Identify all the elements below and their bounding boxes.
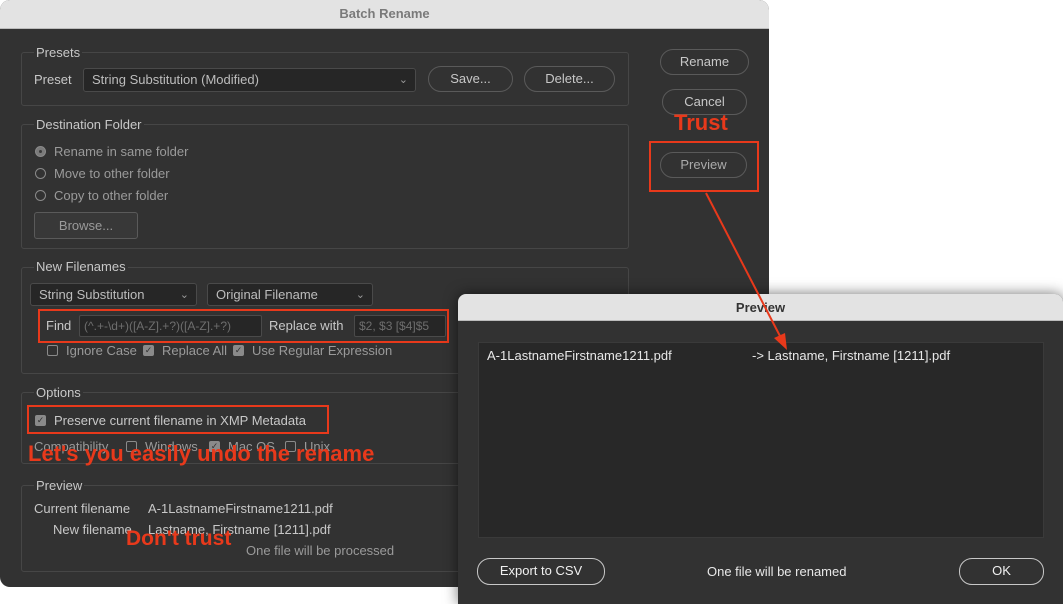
current-filename-value: A-1LastnameFirstname1211.pdf [148,501,333,516]
preserve-filename-highlight [27,405,329,434]
copy-folder-label: Copy to other folder [54,188,169,203]
undo-annotation: Let's you easily undo the rename [28,441,375,466]
source-select[interactable]: Original Filename ⌄ [207,283,373,306]
browse-button[interactable]: Browse... [34,212,138,239]
preset-select[interactable]: String Substitution (Modified) ⌄ [83,68,416,92]
ok-button[interactable]: OK [959,558,1044,585]
save-preset-button[interactable]: Save... [428,66,513,92]
chevron-down-icon: ⌄ [398,74,408,86]
renamed-count-text: One file will be renamed [707,564,847,579]
move-folder-label: Move to other folder [54,166,170,181]
preview-dialog: Preview A-1LastnameFirstname1211.pdf -> … [458,294,1063,604]
preview-row-original: A-1LastnameFirstname1211.pdf [487,348,672,363]
regex-label: Use Regular Expression [252,343,393,358]
regex-checkbox[interactable]: ✓ [233,345,244,356]
presets-group-label: Presets [34,45,83,60]
rename-same-folder-radio[interactable] [35,146,46,157]
rename-button[interactable]: Rename [660,49,749,75]
replace-all-label: Replace All [162,343,228,358]
preview-section-label: Preview [34,478,85,493]
rename-method-select[interactable]: String Substitution ⌄ [30,283,197,306]
dialog-title: Batch Rename [339,6,430,21]
rename-same-folder-label: Rename in same folder [54,144,189,159]
processed-count-text: One file will be processed [246,543,395,558]
options-group-label: Options [34,385,83,400]
chevron-down-icon: ⌄ [355,289,365,301]
export-csv-button[interactable]: Export to CSV [477,558,605,585]
new-filename-label: New filename [53,522,132,537]
preset-label: Preset [34,72,72,87]
ignore-case-checkbox[interactable] [47,345,58,356]
chevron-down-icon: ⌄ [179,289,189,301]
rename-preview-list[interactable]: A-1LastnameFirstname1211.pdf -> Lastname… [478,342,1044,538]
find-replace-highlight [38,309,449,343]
ignore-case-label: Ignore Case [66,343,137,358]
new-filenames-group-label: New Filenames [34,259,128,274]
trust-annotation: Trust [674,110,728,135]
copy-folder-radio[interactable] [35,190,46,201]
source-value: Original Filename [216,287,318,302]
preview-dialog-title: Preview [735,300,786,315]
preview-row-renamed: -> Lastname, Firstname [1211].pdf [752,348,951,363]
dont-trust-annotation: Don't trust [126,527,232,550]
rename-method-value: String Substitution [39,287,145,302]
move-folder-radio[interactable] [35,168,46,179]
preview-button-highlight [649,141,759,192]
replace-all-checkbox[interactable]: ✓ [143,345,154,356]
destination-group-label: Destination Folder [34,117,144,132]
delete-preset-button[interactable]: Delete... [524,66,615,92]
preset-value: String Substitution (Modified) [92,72,259,87]
current-filename-label: Current filename [34,501,131,516]
